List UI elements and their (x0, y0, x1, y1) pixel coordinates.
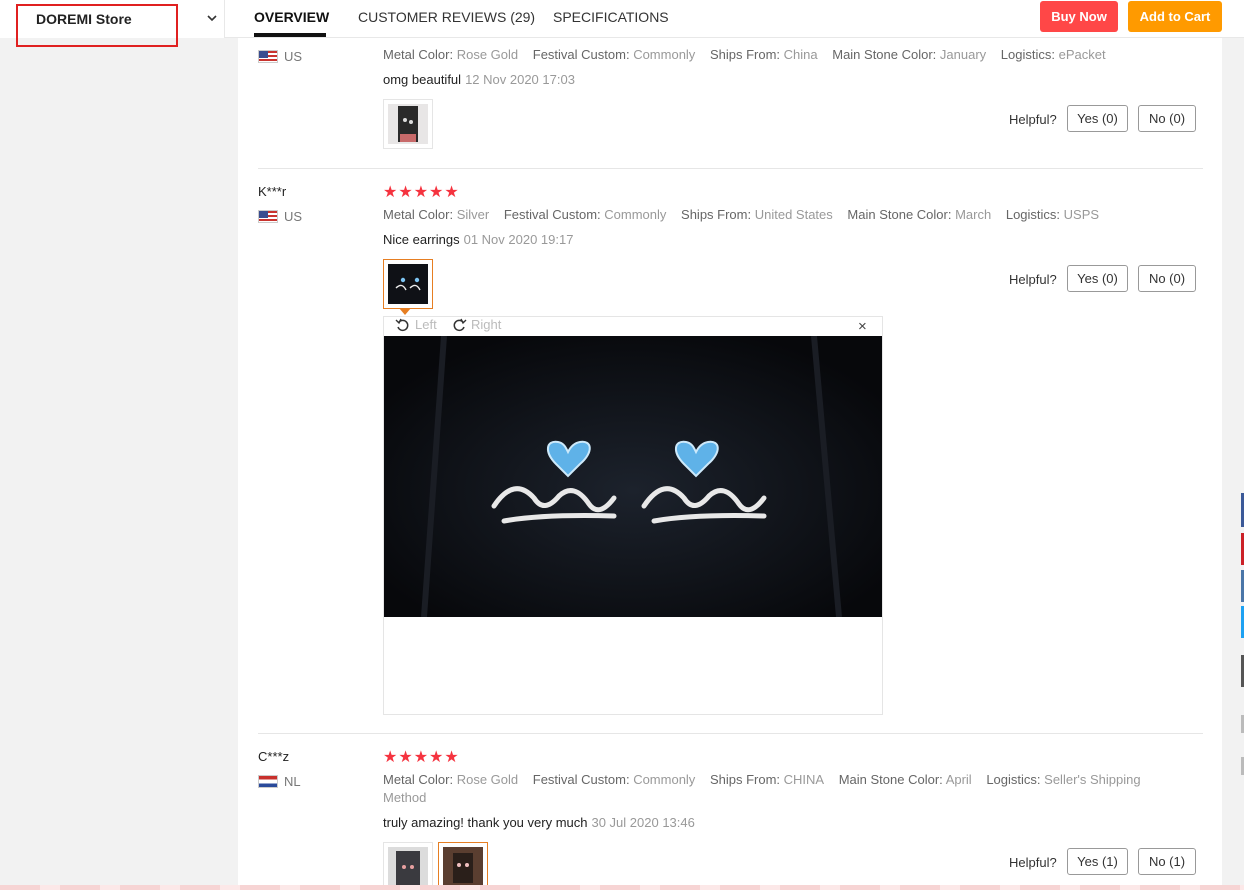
rotate-left-button[interactable]: Left (395, 317, 437, 332)
bottom-edge (0, 885, 1244, 890)
rotate-right-button[interactable]: Right (451, 317, 501, 332)
star-icon: ★ (383, 749, 398, 766)
add-to-cart-button[interactable]: Add to Cart (1128, 1, 1222, 32)
star-icon: ★ (444, 749, 459, 766)
store-selector[interactable]: DOREMI Store (0, 0, 225, 38)
rating-stars: ★ ★ ★ ★ ★ (383, 747, 459, 767)
active-tab-indicator (254, 33, 326, 37)
photo-image (443, 847, 483, 887)
reviewer-country: US (258, 49, 302, 64)
review-comment: omg beautiful 12 Nov 2020 17:03 (383, 72, 575, 87)
helpful-no-button[interactable]: No (1) (1138, 848, 1196, 875)
helpful-label: Helpful? (1009, 272, 1057, 287)
star-icon: ★ (383, 184, 398, 201)
tab-overview[interactable]: OVERVIEW (254, 9, 329, 25)
star-icon: ★ (413, 749, 429, 766)
review-divider (258, 168, 1203, 169)
earrings-photo (384, 336, 882, 617)
helpful-no-button[interactable]: No (0) (1138, 105, 1196, 132)
us-flag-icon (258, 50, 278, 63)
star-icon: ★ (444, 184, 459, 201)
review-date: 30 Jul 2020 13:46 (591, 815, 695, 830)
buy-now-button[interactable]: Buy Now (1040, 1, 1118, 32)
rating-stars: ★ ★ ★ ★ ★ (383, 182, 459, 202)
helpful-no-button[interactable]: No (0) (1138, 265, 1196, 292)
viewer-pointer (399, 308, 411, 315)
star-icon: ★ (398, 749, 413, 766)
review-attributes: Metal Color: Rose Gold Festival Custom: … (383, 47, 1106, 62)
review-comment: Nice earrings 01 Nov 2020 19:17 (383, 232, 574, 247)
review-photo-thumbnail[interactable] (438, 842, 488, 890)
helpful-label: Helpful? (1009, 112, 1057, 127)
review-attributes: Metal Color: Silver Festival Custom: Com… (383, 207, 1100, 222)
reviewer-name: K***r (258, 184, 287, 199)
star-icon: ★ (413, 184, 429, 201)
rotate-left-icon (395, 318, 409, 331)
store-name: DOREMI Store (36, 11, 132, 27)
helpful-label: Helpful? (1009, 855, 1057, 870)
review-photo-thumbnail-selected[interactable] (383, 259, 433, 309)
chevron-down-icon[interactable] (206, 13, 218, 23)
review-date: 01 Nov 2020 19:17 (463, 232, 574, 247)
top-nav-bar: DOREMI Store OVERVIEW CUSTOMER REVIEWS (… (0, 0, 1244, 38)
photo-image (388, 264, 428, 304)
review-comment: truly amazing! thank you very much 30 Jul… (383, 815, 695, 830)
photo-image (388, 104, 428, 144)
rotate-right-icon (453, 318, 467, 331)
reviewer-country: US (258, 209, 302, 224)
review-divider (258, 733, 1203, 734)
review-photo-thumbnail[interactable] (383, 842, 433, 890)
review-photo-thumbnail[interactable] (383, 99, 433, 149)
photo-image (388, 847, 428, 887)
review-date: 12 Nov 2020 17:03 (465, 72, 575, 87)
review-attributes: Metal Color: Rose Gold Festival Custom: … (383, 772, 1141, 805)
star-icon: ★ (398, 184, 413, 201)
reviewer-name: C***z (258, 749, 290, 764)
us-flag-icon (258, 210, 278, 223)
helpful-yes-button[interactable]: Yes (0) (1067, 105, 1128, 132)
enlarged-review-photo (384, 336, 882, 617)
tab-specifications[interactable]: SPECIFICATIONS (553, 9, 669, 25)
tab-customer-reviews[interactable]: CUSTOMER REVIEWS (29) (358, 9, 535, 25)
star-icon: ★ (429, 184, 444, 201)
close-icon[interactable]: × (858, 318, 867, 335)
nl-flag-icon (258, 775, 278, 788)
helpful-yes-button[interactable]: Yes (0) (1067, 265, 1128, 292)
reviewer-country: NL (258, 774, 301, 789)
star-icon: ★ (429, 749, 444, 766)
helpful-yes-button[interactable]: Yes (1) (1067, 848, 1128, 875)
